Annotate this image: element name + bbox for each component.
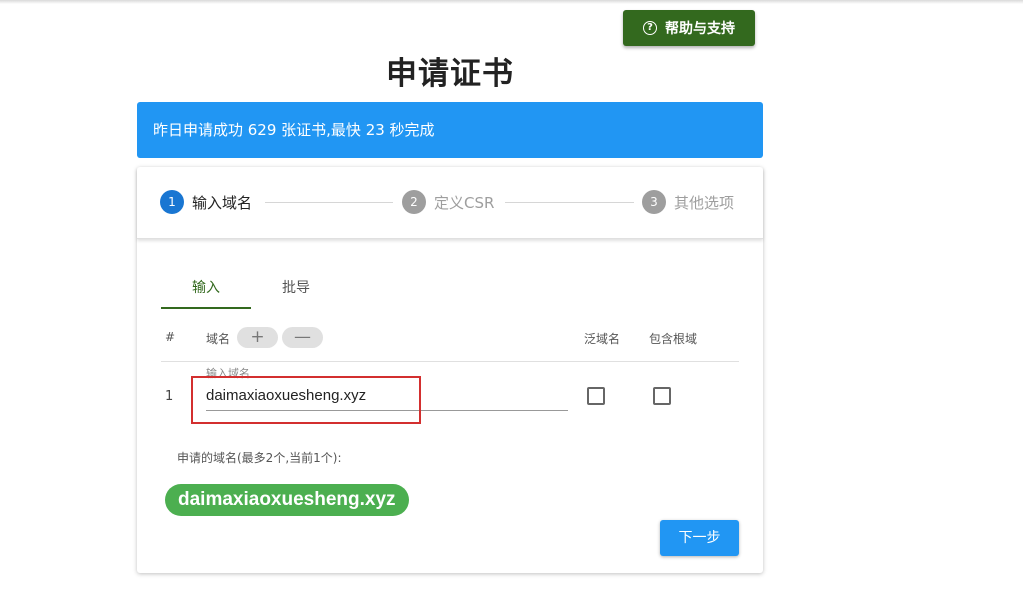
step-2-number: 2 [402, 190, 426, 214]
step-1: 1 输入域名 [160, 190, 252, 214]
domain-input[interactable] [206, 381, 568, 411]
step-3-label: 其他选项 [674, 193, 735, 212]
applied-domains-label: 申请的域名(最多2个,当前1个): [177, 451, 342, 465]
step-1-label: 输入域名 [192, 193, 253, 212]
step-1-number: 1 [160, 190, 184, 214]
column-header-include-root: 包含根域 [649, 332, 698, 346]
step-3: 3 其他选项 [642, 190, 734, 214]
help-support-label: 帮助与支持 [665, 21, 735, 37]
row-index: 1 [165, 389, 174, 404]
help-support-button[interactable]: ? 帮助与支持 [623, 10, 755, 46]
wildcard-checkbox[interactable] [587, 387, 605, 405]
tab-input[interactable]: 输入 [161, 267, 251, 309]
top-shadow [0, 0, 1023, 4]
add-domain-button[interactable]: + [237, 327, 278, 348]
step-2: 2 定义CSR [402, 190, 494, 214]
column-header-domain: 域名 [206, 332, 231, 346]
certificate-form-card: 1 输入域名 2 定义CSR 3 其他选项 输入 批导 # 域名 + — 泛域名… [137, 167, 763, 573]
tab-batch-import[interactable]: 批导 [251, 267, 341, 309]
remove-domain-button[interactable]: — [282, 327, 323, 348]
step-2-label: 定义CSR [434, 193, 495, 212]
question-circle-icon: ? [643, 21, 657, 35]
stepper: 1 输入域名 2 定义CSR 3 其他选项 [137, 167, 763, 239]
step-connector [505, 202, 634, 203]
applied-domain-chip: daimaxiaoxuesheng.xyz [165, 484, 409, 516]
column-header-wildcard: 泛域名 [584, 332, 621, 346]
next-step-button[interactable]: 下一步 [660, 520, 739, 556]
page-title: 申请证书 [386, 56, 514, 92]
stats-banner: 昨日申请成功 629 张证书,最快 23 秒完成 [137, 102, 763, 158]
step-connector [265, 202, 393, 203]
domain-input-label: 输入域名 [206, 367, 250, 380]
include-root-checkbox[interactable] [653, 387, 671, 405]
column-header-index: # [165, 330, 176, 344]
step-3-number: 3 [642, 190, 666, 214]
table-divider [161, 361, 739, 362]
